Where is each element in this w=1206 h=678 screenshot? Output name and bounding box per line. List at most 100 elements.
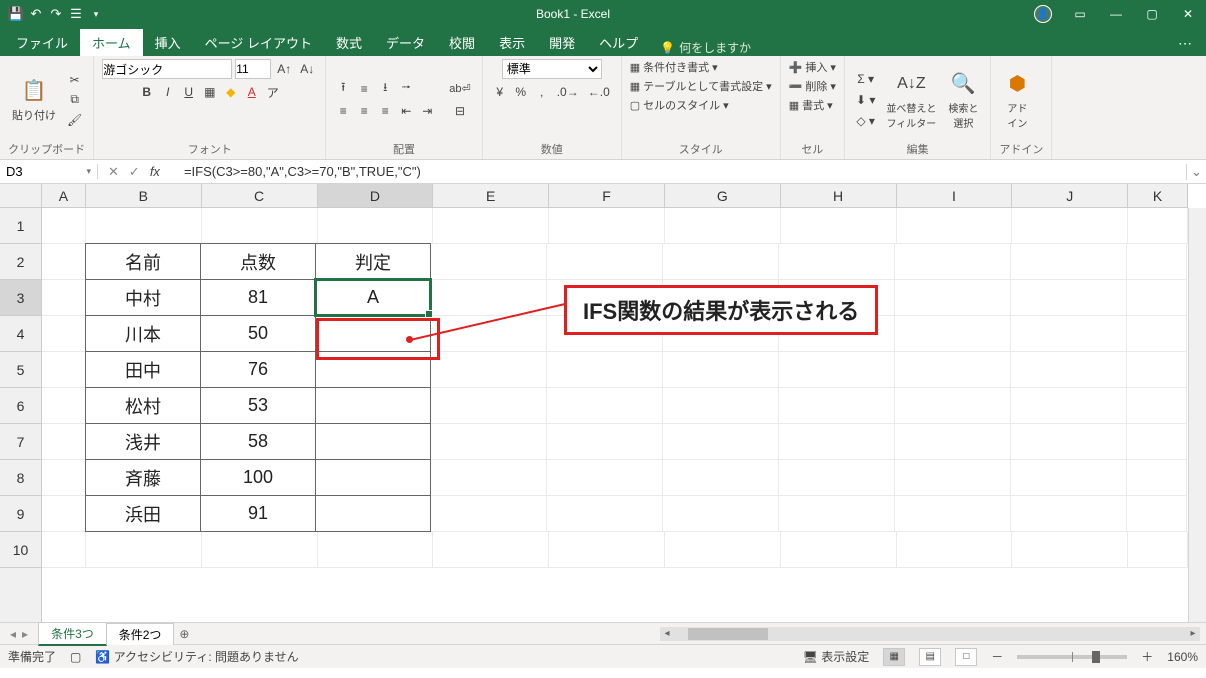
col-header[interactable]: G — [665, 184, 781, 207]
cancel-formula-icon[interactable]: ✕ — [108, 164, 119, 180]
cell[interactable] — [663, 496, 779, 532]
cell[interactable] — [895, 280, 1011, 316]
col-header[interactable]: C — [202, 184, 318, 207]
cell[interactable]: 91 — [200, 495, 316, 532]
cell[interactable] — [431, 496, 547, 532]
cell[interactable]: 点数 — [200, 243, 316, 280]
decrease-indent-button[interactable]: ⇤ — [397, 102, 415, 120]
font-color-button[interactable]: A — [243, 83, 261, 101]
cell[interactable] — [42, 388, 86, 424]
tab-data[interactable]: データ — [374, 29, 437, 56]
tab-help[interactable]: ヘルプ — [587, 29, 650, 56]
share-button[interactable]: ⋯ — [1168, 31, 1202, 56]
cell[interactable] — [42, 532, 86, 568]
fill-color-button[interactable]: ◆ — [222, 83, 240, 101]
cell[interactable]: 浅井 — [85, 423, 201, 460]
dropdown-icon[interactable]: ▾ — [86, 166, 91, 177]
cell[interactable]: 100 — [200, 459, 316, 496]
cell[interactable]: 58 — [200, 423, 316, 460]
row-header[interactable]: 6 — [0, 388, 41, 424]
undo-icon[interactable]: ↶ — [28, 6, 44, 22]
row-header[interactable]: 4 — [0, 316, 41, 352]
cell[interactable] — [1011, 244, 1127, 280]
number-format-select[interactable]: 標準 — [502, 59, 602, 79]
underline-button[interactable]: U — [180, 83, 198, 101]
cell[interactable] — [431, 424, 547, 460]
cell[interactable] — [1127, 352, 1187, 388]
tab-review[interactable]: 校閲 — [437, 29, 487, 56]
cell[interactable] — [663, 424, 779, 460]
cell[interactable] — [663, 388, 779, 424]
format-painter-button[interactable]: 🖌 — [64, 111, 85, 129]
cell[interactable] — [86, 208, 202, 244]
align-right-button[interactable]: ≡ — [376, 102, 394, 120]
cell[interactable]: 81 — [200, 279, 316, 316]
cell[interactable] — [663, 352, 779, 388]
row-header[interactable]: 7 — [0, 424, 41, 460]
cell[interactable] — [779, 352, 895, 388]
expand-formula-bar-icon[interactable]: ⌄ — [1186, 164, 1206, 180]
increase-font-button[interactable]: A↑ — [274, 60, 294, 78]
wrap-text-button[interactable]: ab⏎ — [446, 80, 473, 98]
cell[interactable] — [895, 388, 1011, 424]
accessibility-status[interactable]: ♿ アクセシビリティ: 問題ありません — [95, 648, 298, 665]
cell[interactable] — [1128, 208, 1188, 244]
row-header[interactable]: 3 — [0, 280, 41, 316]
cell[interactable] — [1127, 244, 1187, 280]
cell[interactable] — [663, 460, 779, 496]
maximize-button[interactable]: ▢ — [1134, 0, 1170, 28]
cell[interactable] — [1127, 496, 1187, 532]
cell[interactable] — [42, 352, 86, 388]
tell-me-search[interactable]: 💡 何をしますか — [660, 39, 751, 56]
cell[interactable] — [1127, 388, 1187, 424]
cell[interactable] — [431, 352, 547, 388]
cell[interactable] — [318, 208, 434, 244]
row-header[interactable]: 1 — [0, 208, 41, 244]
cell[interactable] — [897, 208, 1013, 244]
cell[interactable]: 川本 — [85, 315, 201, 352]
touch-mode-icon[interactable]: ☰ — [68, 6, 84, 22]
cell[interactable] — [315, 387, 431, 424]
cell[interactable]: 浜田 — [85, 495, 201, 532]
name-box[interactable]: D3 ▾ — [0, 164, 98, 179]
user-avatar[interactable]: 👤 — [1034, 5, 1052, 23]
tab-insert[interactable]: 挿入 — [143, 29, 193, 56]
cell[interactable]: 田中 — [85, 351, 201, 388]
display-settings-button[interactable]: 🖥 表示設定 — [803, 648, 870, 665]
cell[interactable] — [1127, 280, 1187, 316]
format-as-table-button[interactable]: ▦テーブルとして書式設定 ▾ — [630, 78, 772, 94]
zoom-slider[interactable] — [1017, 655, 1127, 659]
align-bottom-button[interactable]: ⭳ — [376, 80, 394, 98]
cell[interactable] — [42, 496, 86, 532]
cell[interactable] — [547, 496, 663, 532]
cell[interactable] — [547, 244, 663, 280]
cell[interactable] — [1127, 460, 1187, 496]
orientation-button[interactable]: ⭬ — [397, 80, 415, 98]
format-cells-button[interactable]: ▦書式 ▾ — [789, 97, 833, 113]
align-center-button[interactable]: ≡ — [355, 102, 373, 120]
cell[interactable] — [895, 316, 1011, 352]
cell[interactable]: 判定 — [315, 243, 431, 280]
cell[interactable] — [895, 352, 1011, 388]
col-header[interactable]: I — [897, 184, 1013, 207]
autosum-button[interactable]: Σ ▾ — [853, 70, 878, 88]
sheet-tab[interactable]: 条件3つ — [38, 622, 107, 646]
cell[interactable] — [547, 388, 663, 424]
vertical-scrollbar[interactable] — [1188, 208, 1206, 622]
cell[interactable] — [665, 532, 781, 568]
redo-icon[interactable]: ↷ — [48, 6, 64, 22]
cell[interactable] — [1011, 280, 1127, 316]
page-break-view-button[interactable]: □ — [955, 648, 977, 666]
align-left-button[interactable]: ≡ — [334, 102, 352, 120]
zoom-level[interactable]: 160% — [1167, 650, 1198, 664]
paste-button[interactable]: 📋 貼り付け — [8, 75, 60, 125]
comma-format-button[interactable]: , — [533, 83, 551, 101]
italic-button[interactable]: I — [159, 83, 177, 101]
normal-view-button[interactable]: ▦ — [883, 648, 905, 666]
col-header[interactable]: D — [318, 184, 434, 207]
tab-view[interactable]: 表示 — [487, 29, 537, 56]
sheet-nav-prev-icon[interactable]: ◂ — [10, 627, 16, 641]
cell[interactable] — [779, 424, 895, 460]
merge-center-button[interactable]: ⊟ — [446, 102, 473, 120]
font-size-input[interactable] — [235, 59, 271, 79]
